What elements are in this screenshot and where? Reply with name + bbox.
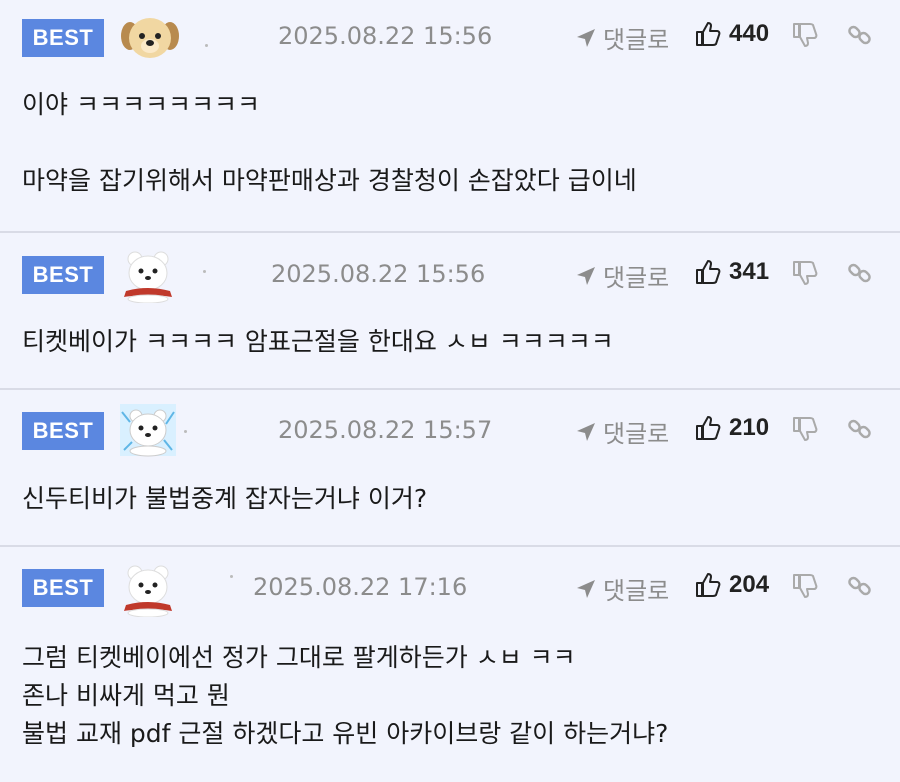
comment-text: 신두티비가 불법중계 잡자는거냐 이거? (22, 484, 428, 513)
polar-bear-sparkle-avatar[interactable] (118, 402, 178, 458)
reply-button[interactable]: 댓글로 (575, 20, 669, 55)
comment-item: BEST 2025.08.22 15:57 댓글로 210 신두티비가 불법중계… (0, 390, 900, 547)
nickname-dot (203, 270, 206, 273)
thumbs-down-icon (793, 261, 818, 285)
thumbs-up-icon (696, 416, 721, 440)
like-count: 341 (729, 258, 770, 285)
comment-date: 2025.08.22 15:57 (278, 416, 493, 444)
thumbs-up-icon (696, 573, 721, 597)
comment-item: BEST 2025.08.22 17:16 댓글로 204 그럼 티켓베이에선 … (0, 547, 900, 782)
puppy-avatar[interactable] (120, 10, 180, 66)
thumbs-down-icon (793, 417, 818, 441)
like-button[interactable]: 204 (695, 571, 769, 599)
comment-text: 그럼 티켓베이에선 정가 그대로 팔게하든가 ㅅㅂ ㅋㅋ 존나 비싸게 먹고 뭔… (22, 643, 669, 748)
best-badge: BEST (22, 412, 104, 450)
reply-label: 댓글로 (603, 264, 670, 292)
nickname-dot (205, 44, 208, 47)
polar-bear-avatar[interactable] (118, 247, 178, 304)
reply-arrow-icon (577, 266, 595, 285)
comment-list: BEST 2025.08.22 15:56 댓글로 440 이야 ㅋㅋㅋㅋㅋㅋㅋ… (0, 0, 900, 782)
dislike-button[interactable] (792, 260, 818, 290)
link-icon (848, 576, 871, 596)
polar-bear-avatar[interactable] (118, 561, 178, 618)
reply-label: 댓글로 (603, 420, 670, 448)
best-badge: BEST (22, 569, 104, 607)
reply-label: 댓글로 (603, 26, 670, 54)
comment-date: 2025.08.22 17:16 (253, 573, 468, 601)
reply-arrow-icon (577, 422, 595, 441)
like-count: 440 (729, 20, 770, 47)
link-icon (848, 25, 871, 45)
reply-arrow-icon (577, 579, 595, 598)
nickname-dot (184, 430, 187, 433)
share-link-button[interactable] (847, 573, 873, 603)
reply-button[interactable]: 댓글로 (575, 571, 669, 606)
comment-date: 2025.08.22 15:56 (271, 260, 486, 288)
like-button[interactable]: 210 (695, 414, 769, 442)
reply-button[interactable]: 댓글로 (575, 414, 669, 449)
thumbs-down-icon (793, 23, 818, 47)
link-icon (848, 263, 871, 283)
link-icon (848, 419, 871, 439)
dislike-button[interactable] (792, 416, 818, 446)
comment-text: 티켓베이가 ㅋㅋㅋㅋ 암표근절을 한대요 ㅅㅂ ㅋㅋㅋㅋㅋ (22, 327, 614, 356)
reply-arrow-icon (577, 28, 595, 47)
reply-label: 댓글로 (603, 577, 670, 605)
comment-date: 2025.08.22 15:56 (278, 22, 493, 50)
best-badge: BEST (22, 256, 104, 294)
nickname-dot (230, 575, 233, 578)
comment-text: 이야 ㅋㅋㅋㅋㅋㅋㅋㅋ 마약을 잡기위해서 마약판매상과 경찰청이 손잡았다 급… (22, 90, 637, 195)
thumbs-up-icon (696, 22, 721, 46)
like-count: 210 (729, 414, 770, 441)
comment-item: BEST 2025.08.22 15:56 댓글로 341 티켓베이가 ㅋㅋㅋㅋ… (0, 233, 900, 390)
dislike-button[interactable] (792, 22, 818, 52)
thumbs-down-icon (793, 574, 818, 598)
like-count: 204 (729, 571, 770, 598)
share-link-button[interactable] (847, 416, 873, 446)
like-button[interactable]: 341 (695, 258, 769, 286)
thumbs-up-icon (696, 260, 721, 284)
like-button[interactable]: 440 (695, 20, 769, 48)
share-link-button[interactable] (847, 22, 873, 52)
dislike-button[interactable] (792, 573, 818, 603)
reply-button[interactable]: 댓글로 (575, 258, 669, 293)
best-badge: BEST (22, 19, 104, 57)
share-link-button[interactable] (847, 260, 873, 290)
comment-item: BEST 2025.08.22 15:56 댓글로 440 이야 ㅋㅋㅋㅋㅋㅋㅋ… (0, 0, 900, 233)
